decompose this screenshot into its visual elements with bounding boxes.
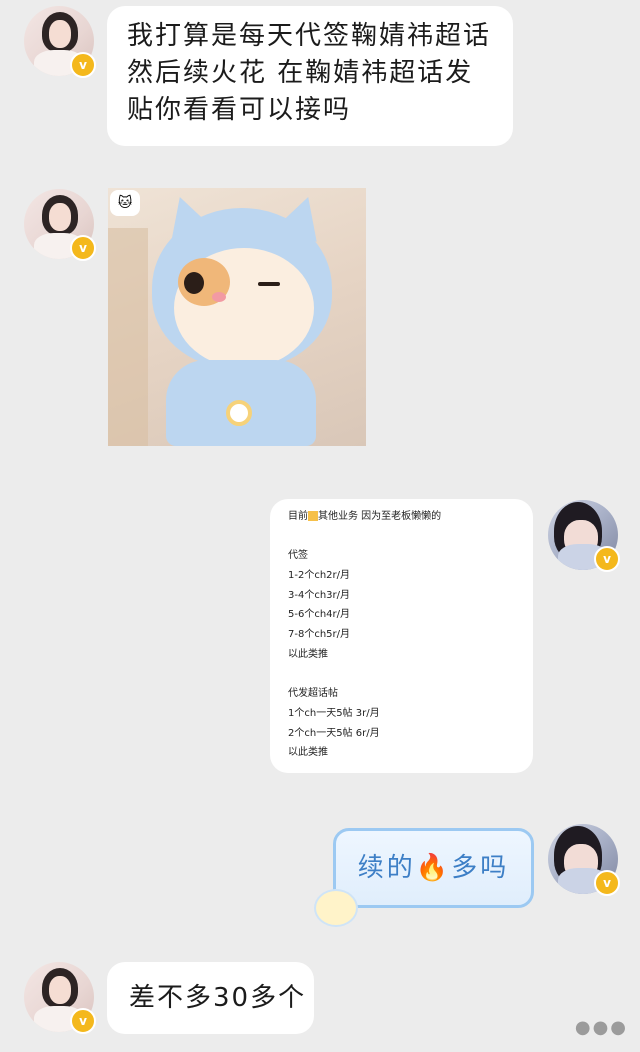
- highlight-mark: [308, 511, 318, 521]
- price-line: 7-8个ch5r/月: [288, 629, 351, 641]
- cat-sticker-image[interactable]: 🐱: [108, 188, 366, 446]
- price-line: 2个ch一天5帖 6r/月: [288, 727, 380, 739]
- message-line: 我打算是每天代签鞠婧祎超话: [127, 21, 492, 51]
- verified-badge-icon: v: [70, 1008, 96, 1034]
- price-line: 代发超话帖: [288, 688, 338, 700]
- verified-badge-icon: v: [70, 52, 96, 78]
- price-line: 1-2个ch2r/月: [288, 570, 351, 582]
- price-header-text: 其他业务 因为至老板懒懒的: [318, 511, 442, 522]
- message-line: 然后续火花 在鞠婧祎超话发: [127, 58, 474, 88]
- price-line: 3-4个ch3r/月: [288, 589, 351, 601]
- avatar-other[interactable]: v: [24, 6, 96, 78]
- message-line: 贴你看看可以接吗: [127, 95, 352, 125]
- fire-emoji-icon: 🔥: [415, 853, 452, 883]
- verified-badge-icon: v: [594, 870, 620, 896]
- more-dots-icon[interactable]: ●●●: [575, 1017, 628, 1038]
- price-line: 以此类推: [288, 648, 328, 660]
- price-line: 1个ch一天5帖 3r/月: [288, 707, 380, 719]
- message-bubble-incoming[interactable]: 我打算是每天代签鞠婧祎超话 然后续火花 在鞠婧祎超话发 贴你看看可以接吗: [107, 6, 513, 146]
- avatar-self[interactable]: v: [548, 824, 620, 896]
- price-line: 以此类推: [288, 747, 328, 759]
- cat-tag-icon: 🐱: [110, 190, 140, 216]
- verified-badge-icon: v: [70, 235, 96, 261]
- message-bubble-incoming[interactable]: 差不多30多个: [107, 962, 314, 1034]
- price-line: 代签: [288, 550, 308, 562]
- message-text: 差不多30多个: [129, 983, 307, 1013]
- price-line: 5-6个ch4r/月: [288, 609, 351, 621]
- price-list-image[interactable]: 目前 其他业务 因为至老板懒懒的 代签 1-2个ch2r/月 3-4个ch3r/月…: [270, 499, 533, 773]
- avatar-self[interactable]: v: [548, 500, 620, 572]
- avatar-other[interactable]: v: [24, 962, 96, 1034]
- avatar-other[interactable]: v: [24, 189, 96, 261]
- bubble-decoration-icon: [314, 889, 358, 927]
- message-text: 续的: [357, 853, 416, 883]
- message-bubble-outgoing[interactable]: 续的🔥多吗: [314, 828, 534, 927]
- price-header-label: 目前: [288, 511, 308, 522]
- price-line: [288, 665, 517, 685]
- message-text: 多吗: [451, 853, 510, 883]
- verified-badge-icon: v: [594, 546, 620, 572]
